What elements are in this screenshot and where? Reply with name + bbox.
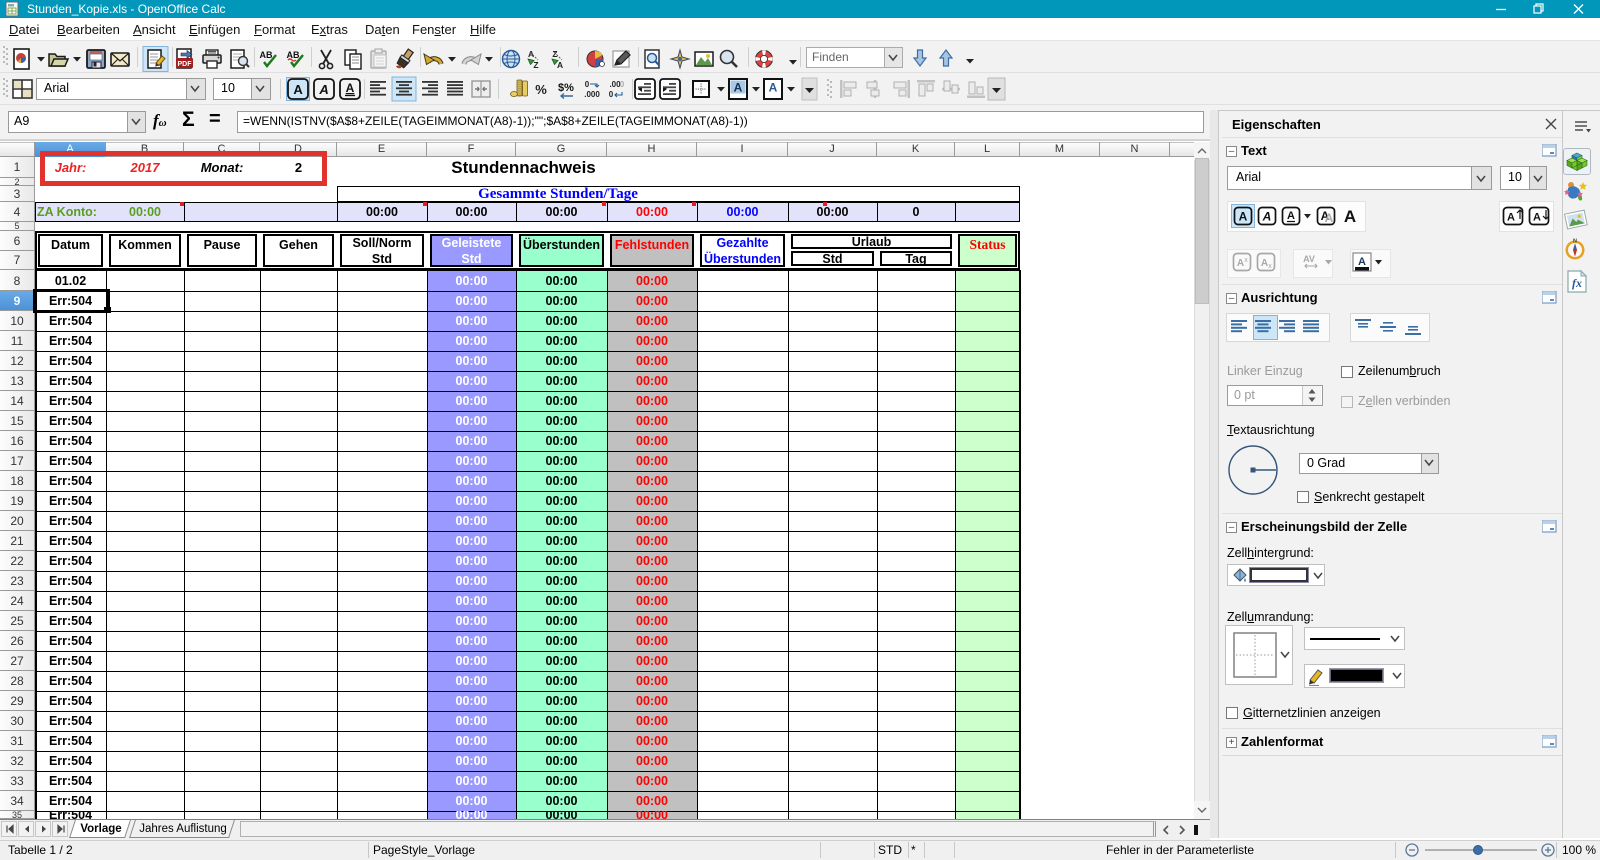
svg-text:A: A	[557, 60, 563, 70]
svg-text:x: x	[1268, 263, 1272, 270]
svg-text:Z: Z	[552, 49, 557, 59]
svg-text:A: A	[1533, 212, 1541, 224]
svg-text:A: A	[318, 82, 328, 97]
svg-text:A: A	[1237, 258, 1244, 269]
svg-text:A: A	[1344, 207, 1356, 226]
svg-text:Z: Z	[533, 60, 538, 70]
svg-text:AB: AB	[287, 50, 300, 60]
svg-text:A: A	[346, 81, 355, 95]
svg-text:x: x	[1244, 257, 1248, 264]
svg-text:A: A	[1262, 210, 1272, 224]
svg-text:A: A	[734, 81, 743, 95]
svg-text:A: A	[293, 82, 303, 97]
svg-text:0: 0	[620, 80, 625, 89]
svg-text:A: A	[1261, 258, 1268, 269]
svg-text:.000: .000	[584, 90, 600, 99]
svg-text:fx: fx	[1572, 276, 1582, 290]
svg-text:A: A	[1287, 210, 1295, 222]
svg-text:A: A	[1358, 256, 1366, 268]
svg-text:A: A	[1239, 210, 1248, 224]
svg-text:PDF: PDF	[178, 61, 193, 68]
svg-text:0: 0	[585, 80, 590, 89]
svg-text:N: N	[1573, 239, 1577, 245]
svg-text:AV: AV	[1303, 254, 1315, 264]
svg-text:%: %	[535, 82, 547, 97]
svg-text:A: A	[528, 49, 534, 59]
svg-text:$%: $%	[558, 82, 574, 94]
svg-text:AB: AB	[260, 50, 273, 60]
svg-text:A: A	[1507, 212, 1515, 224]
svg-text:A: A	[769, 81, 778, 95]
svg-text:A: A	[1325, 211, 1334, 225]
svg-text:0: 0	[609, 90, 614, 99]
